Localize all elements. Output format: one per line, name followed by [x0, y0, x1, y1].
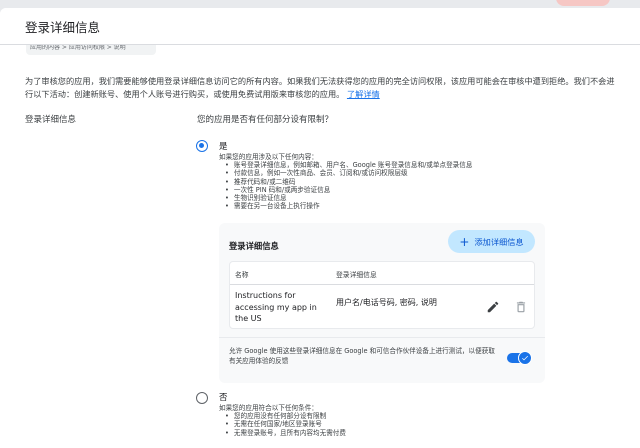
list-item: 付款信息，例如一次性商品、会员、订阅和/或访问权限层级 — [225, 169, 472, 177]
list-item: 无需登录账号，且所有内容均无需付费 — [225, 429, 346, 437]
consent-divider — [219, 337, 545, 338]
plus-icon: + — [459, 234, 470, 249]
yes-description: 如果您的应用涉及以下任何内容： 账号登录详细信息，例如邮箱、用户名、Google… — [219, 153, 472, 210]
card-title: 登录详细信息 — [229, 241, 279, 251]
intro-body: 为了审核您的应用，我们需要能够使用登录详细信息访问它的所有内容。如果我们无法获得… — [25, 76, 615, 99]
radio-no[interactable] — [196, 392, 208, 404]
consent-text: 允许 Google 使用这些登录详细信息在 Google 和可信合作伙伴设备上进… — [229, 347, 495, 365]
consent-toggle[interactable] — [507, 351, 532, 365]
no-description: 如果您的应用符合以下任何条件： 您的应用没有任何部分设有限制 无需在任何国家/地… — [219, 404, 346, 437]
details-table: 名称 登录详细信息 Instructions for accessing my … — [229, 261, 535, 329]
background-chip — [556, 0, 610, 6]
toggle-knob — [518, 351, 532, 365]
list-item: 生物识别验证信息 — [225, 194, 472, 202]
add-details-label: 添加详细信息 — [474, 236, 524, 247]
yes-desc-list: 账号登录详细信息，例如邮箱、用户名、Google 账号登录信息和/或单点登录信息… — [219, 161, 473, 210]
column-header-details: 登录详细信息 — [336, 271, 377, 279]
learn-more-link[interactable]: 了解详情 — [347, 89, 380, 99]
intro-text: 为了审核您的应用，我们需要能够使用登录详细信息访问它的所有内容。如果我们无法获得… — [25, 75, 620, 101]
breadcrumb: 应用的内容 > 应用访问权限 > 说明 — [26, 45, 156, 55]
row-details-cell: 用户名/电话号码, 密码, 说明 — [336, 298, 437, 307]
radio-yes-label[interactable]: 是 — [219, 140, 228, 152]
dialog-header: 登录详细信息 — [0, 8, 640, 45]
delete-icon[interactable] — [514, 299, 528, 313]
yes-desc-title: 如果您的应用涉及以下任何内容： — [219, 153, 318, 161]
list-item: 无需在任何国家/地区登录账号 — [225, 420, 346, 428]
no-desc-list: 您的应用没有任何部分设有限制 无需在任何国家/地区登录账号 无需登录账号，且所有… — [219, 412, 346, 437]
add-details-button[interactable]: + 添加详细信息 — [448, 230, 535, 253]
check-icon — [522, 355, 528, 361]
table-divider — [230, 284, 534, 285]
list-item: 推荐代码和/或二维码 — [225, 178, 472, 186]
list-item: 一次性 PIN 码和/或两步验证信息 — [225, 186, 472, 194]
radio-yes[interactable] — [196, 140, 208, 152]
login-details-dialog: 登录详细信息 应用的内容 > 应用访问权限 > 说明 为了审核您的应用，我们需要… — [0, 8, 640, 448]
dialog-title: 登录详细信息 — [25, 19, 101, 35]
column-header-name: 名称 — [235, 271, 249, 279]
edit-icon[interactable] — [486, 299, 500, 313]
dialog-body[interactable]: 应用的内容 > 应用访问权限 > 说明 为了审核您的应用，我们需要能够使用登录详… — [0, 45, 640, 448]
list-item: 需要在另一台设备上执行操作 — [225, 202, 472, 210]
section-label: 登录详细信息 — [25, 115, 77, 125]
restriction-question: 您的应用是否有任何部分设有限制？ — [197, 115, 334, 125]
login-details-card: 登录详细信息 + 添加详细信息 名称 登录详细信息 Instructions f… — [219, 223, 545, 383]
radio-no-label[interactable]: 否 — [219, 391, 228, 403]
row-name-cell: Instructions for accessing my app in the… — [235, 291, 317, 323]
no-desc-title: 如果您的应用符合以下任何条件： — [219, 404, 318, 412]
